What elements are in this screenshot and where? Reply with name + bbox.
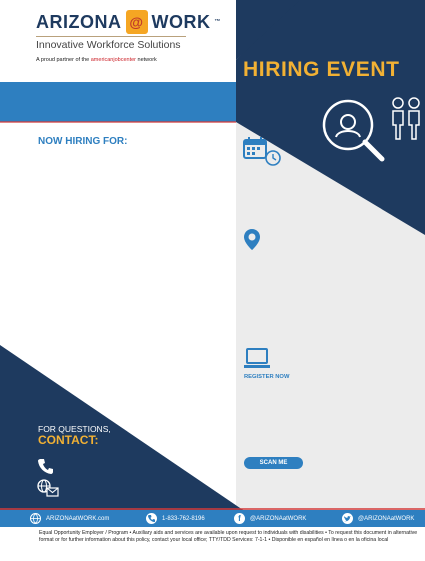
logo-tm: ™: [214, 19, 221, 25]
facebook-icon: f: [234, 513, 245, 524]
footer-phone[interactable]: 1-833-762-8196: [146, 510, 205, 527]
location-pin-icon: [244, 229, 260, 250]
logo: ARIZONA @ WORK ™ Innovative Workforce Sol…: [36, 10, 221, 63]
laptop-icon: [244, 348, 270, 368]
facebook-text: @ARIZONAatWORK: [250, 515, 307, 522]
people-icon: [392, 97, 420, 140]
scan-me-button[interactable]: SCAN ME: [244, 457, 303, 469]
footer-facebook[interactable]: f @ARIZONAatWORK: [234, 510, 306, 527]
header-band: [0, 82, 236, 122]
disclaimer: Equal Opportunity Employer / Program • A…: [39, 530, 418, 544]
register-label[interactable]: REGISTER NOW: [244, 374, 289, 380]
logo-brand-right: WORK: [151, 11, 211, 32]
phone-footer-icon: [146, 513, 157, 524]
search-person-icon: [322, 99, 385, 162]
footer-website[interactable]: ARIZONAatWORK.com: [30, 510, 109, 527]
now-hiring-heading: NOW HIRING FOR:: [38, 136, 128, 147]
logo-wordmark: ARIZONA @ WORK ™: [36, 10, 221, 34]
logo-subtitle: Innovative Workforce Solutions: [36, 36, 186, 51]
footer-twitter[interactable]: @ARIZONAatWORK: [342, 510, 414, 527]
partner-suffix: network: [137, 57, 157, 63]
partner-prefix: A proud partner of the: [36, 57, 90, 63]
calendar-icon: [243, 137, 281, 166]
partner-name: americanjobcenter: [90, 57, 136, 63]
website-text: ARIZONAatWORK.com: [46, 515, 110, 522]
logo-at-symbol: @: [129, 14, 144, 30]
event-title: HIRING EVENT: [243, 58, 400, 81]
website-icon: [30, 513, 41, 524]
twitter-icon: [342, 513, 353, 524]
logo-at-badge: @: [125, 10, 148, 34]
twitter-text: @ARIZONAatWORK: [358, 515, 415, 522]
logo-partner-line: A proud partner of the americanjobcenter…: [36, 57, 221, 63]
background-shapes: [0, 0, 425, 510]
logo-brand-left: ARIZONA: [36, 11, 122, 32]
phone-icon: [38, 459, 53, 474]
contact-heading: CONTACT:: [38, 433, 99, 447]
globe-mail-icon: [37, 479, 59, 497]
phone-text: 1-833-762-8196: [162, 515, 205, 522]
scan-me-label: SCAN ME: [259, 460, 288, 466]
